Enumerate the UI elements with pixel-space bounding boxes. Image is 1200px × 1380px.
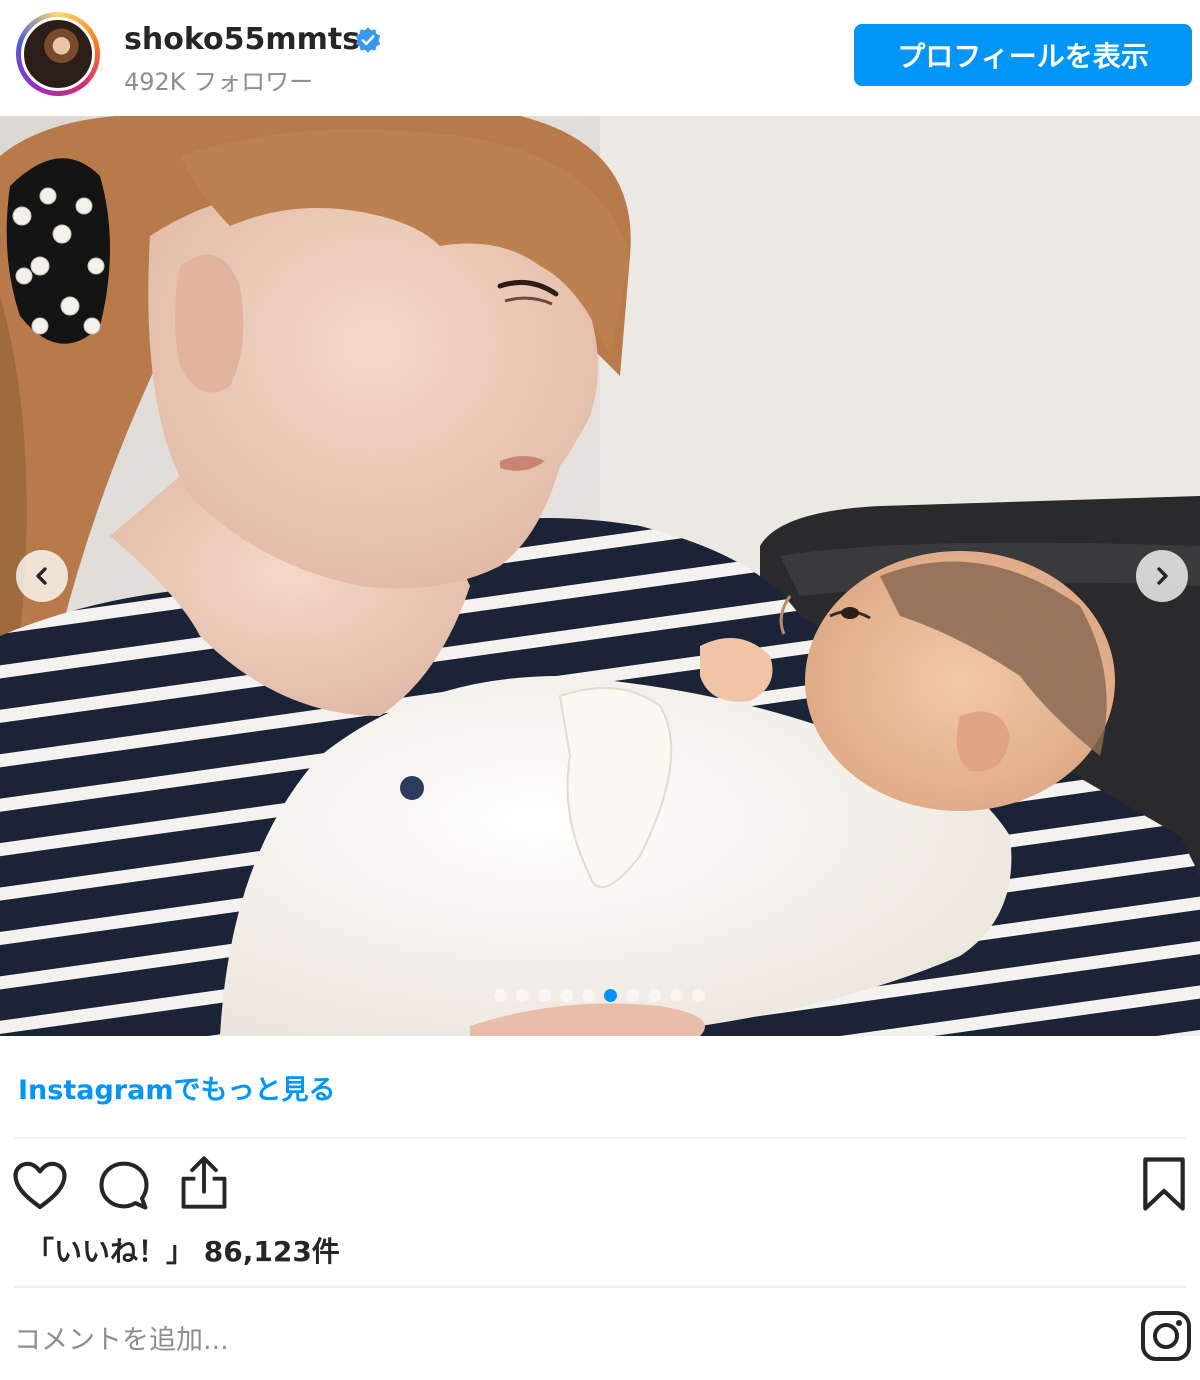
chevron-left-icon [36,567,47,585]
username[interactable]: shoko55mmts [124,22,360,57]
carousel-dot [494,988,507,1002]
carousel-dot [648,988,661,1002]
carousel-dot [560,988,573,1002]
share-icon[interactable] [178,1155,230,1211]
avatar-image [21,17,95,91]
chevron-right-icon [1157,567,1168,585]
add-comment-input[interactable]: コメントを追加... [14,1312,1114,1362]
follower-count: 492K フォロワー [124,68,314,96]
like-count[interactable]: 「いいね！」 86,123件 [26,1230,340,1270]
divider [14,1286,1186,1288]
carousel-prev-button[interactable] [16,550,68,602]
carousel-dot [516,988,529,1002]
carousel-dot [670,988,683,1002]
avatar[interactable] [16,12,100,96]
comment-icon[interactable] [96,1158,152,1212]
carousel-dot [604,988,617,1002]
carousel-indicator [494,988,705,1002]
view-profile-button[interactable]: プロフィールを表示 [854,24,1192,86]
instagram-icon[interactable] [1140,1310,1192,1362]
post-header: shoko55mmts 492K フォロワー プロフィールを表示 [0,0,1200,116]
post-photo[interactable] [0,116,1200,1036]
carousel-dot [538,988,551,1002]
bookmark-icon[interactable] [1140,1156,1188,1212]
carousel-next-button[interactable] [1136,550,1188,602]
view-more-on-instagram-link[interactable]: Instagramでもっと見る [18,1068,335,1107]
carousel-dot [626,988,639,1002]
divider [14,1137,1186,1139]
heart-icon[interactable] [12,1160,68,1212]
carousel-dot [582,988,595,1002]
photo-illustration [0,116,1200,1036]
verified-badge-icon [355,27,381,53]
carousel-dot [692,988,705,1002]
